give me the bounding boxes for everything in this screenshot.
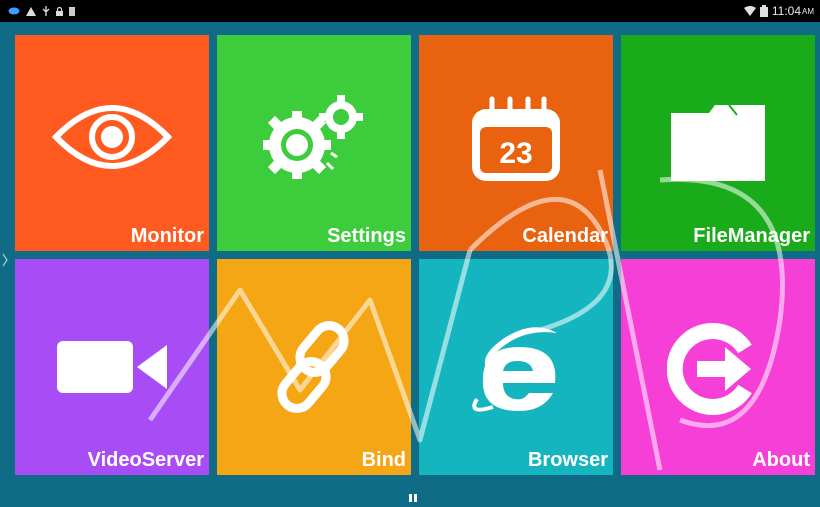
folder-icon [671,104,765,181]
tile-label: Calendar [522,225,608,247]
tile-label: Settings [327,225,406,247]
tile-filemanager[interactable]: FileManager [621,35,815,251]
tile-about[interactable]: About [621,259,815,475]
tile-bind[interactable]: Bind [217,259,411,475]
tile-browser[interactable]: Browser [419,259,613,475]
tile-monitor[interactable]: Monitor [15,35,209,251]
link-icon [277,321,349,413]
tile-label: FileManager [693,225,810,247]
exit-arrow-icon [667,323,752,415]
gears-icon [263,95,363,179]
calendar-icon: 23 [472,96,560,181]
tile-label: Browser [527,449,608,471]
tile-label: About [752,449,810,471]
eye-icon [52,105,172,169]
home-indicator[interactable] [404,489,422,502]
tile-videoserver[interactable]: VideoServer [15,259,209,475]
tile-settings[interactable]: Settings [217,35,411,251]
tile-label: Bind [361,449,406,471]
tile-label: Monitor [130,225,204,247]
tile-calendar[interactable]: 23 Calendar [419,35,613,251]
tile-label: VideoServer [87,449,204,471]
video-camera-icon [57,341,167,393]
app-grid: Monitor Settings 23 Calendar FileManager… [0,0,820,497]
calendar-day-number: 23 [499,137,532,170]
browser-e-icon [472,327,557,412]
